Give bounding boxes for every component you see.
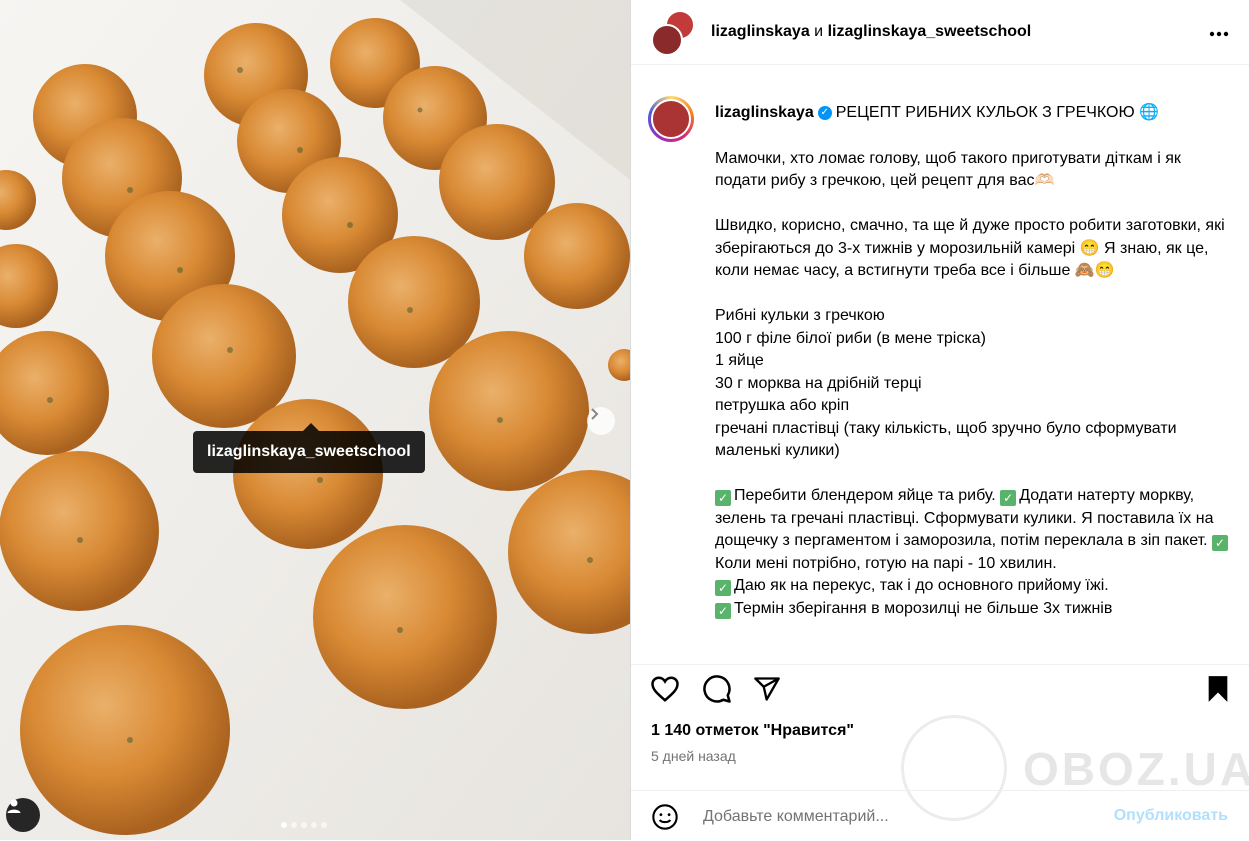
check-icon: ✓ [1212,535,1229,551]
author-conjunction: и [814,23,824,40]
verified-badge-icon: ✓ [817,105,832,120]
recipe-step: Термін зберігання в морозилці не більше … [734,599,1113,617]
recipe-ingredients: Рибні кульки з гречкою 100 г філе білої … [715,305,1235,463]
author-link[interactable]: lizaglinskaya_sweetschool [828,23,1032,40]
author-link[interactable]: lizaglinskaya [711,23,810,40]
carousel-dots [281,822,327,828]
post-comment-button[interactable]: Опубликовать [1114,807,1228,825]
caption-paragraph: Швидко, корисно, смачно, та ще й дуже пр… [715,217,1225,279]
recipe-line: петрушка або кріп [715,397,850,414]
carousel-dot [281,822,287,828]
post-header: lizaglinskaya и lizaglinskaya_sweetschoo… [631,0,1249,65]
comment-button[interactable] [701,673,733,705]
action-bar [631,664,1249,713]
avatar[interactable] [648,96,694,142]
like-button[interactable] [649,673,681,705]
post-photo[interactable]: lizaglinskaya_sweetschool [0,0,630,840]
carousel-dot [291,822,297,828]
recipe-line: Рибні кульки з гречкою [715,307,885,324]
post-date[interactable]: 5 дней назад [651,748,736,764]
recipe-step: Перебити блендером яйце та рибу. [734,487,996,504]
collab-avatars[interactable] [651,10,695,56]
carousel-dot [301,822,307,828]
caption-username[interactable]: lizaglinskaya [715,104,814,121]
smiley-icon [652,804,678,830]
check-icon: ✓ [1000,490,1017,506]
recipe-step: Даю як на перекус, так і до основного пр… [734,577,1109,594]
chevron-right-icon [591,408,599,420]
bookmark-icon [1208,676,1228,702]
recipe-line: гречані пластівці (таку кількість, щоб з… [715,419,1177,460]
check-icon: ✓ [715,580,731,596]
recipe-step: Коли мені потрібно, готую на парі - 10 х… [715,554,1057,572]
caption-title: РЕЦЕПТ РИБНИХ КУЛЬОК З ГРЕЧКОЮ [835,104,1135,121]
check-icon: ✓ [715,602,731,619]
next-photo-button[interactable] [587,407,615,435]
recipe-steps: ✓ Перебити блендером яйце та рибу. ✓ Додат… [715,485,1235,620]
recipe-line: 100 г філе білої риби (в мене тріска) [715,329,986,347]
post-side-panel: lizaglinskaya и lizaglinskaya_sweetschoo… [630,0,1249,840]
save-button[interactable] [1202,673,1234,705]
likes-count[interactable]: 1 140 отметок "Нравится" [651,722,854,740]
user-tag-label[interactable]: lizaglinskaya_sweetschool [193,423,425,473]
avatar[interactable] [651,24,683,56]
caption: lizaglinskaya ✓ РЕЦЕПТ РИБНИХ КУЛЬОК З ГРЕ… [715,102,1235,620]
comment-bar: Опубликовать [631,790,1249,841]
comment-icon [703,675,731,703]
share-button[interactable] [751,673,783,705]
globe-emoji-icon: 🌐 [1139,104,1160,121]
user-icon [7,799,21,813]
tagged-users-button[interactable] [6,798,40,832]
carousel-dot [311,822,317,828]
post-authors: lizaglinskaya и lizaglinskaya_sweetschoo… [711,23,1031,41]
caption-paragraph: Мамочки, хто ломає голову, щоб такого пр… [715,149,1181,190]
more-options-button[interactable] [1209,20,1229,43]
more-horizontal-icon [1209,31,1229,37]
watermark-text: OBOZ.UA [1023,743,1249,795]
recipe-line: 30 г морква на дрібній терці [715,374,922,392]
recipe-line: 1 яйце [715,352,764,369]
meatballs-image [0,0,630,840]
comment-input[interactable] [701,807,1095,827]
carousel-dot [321,822,327,828]
emoji-button[interactable] [651,803,679,831]
check-icon: ✓ [715,490,731,506]
send-icon [754,677,780,701]
caption-scroll-area[interactable]: lizaglinskaya ✓ РЕЦЕПТ РИБНИХ КУЛЬОК З ГРЕ… [631,92,1249,652]
heart-icon [651,676,679,702]
